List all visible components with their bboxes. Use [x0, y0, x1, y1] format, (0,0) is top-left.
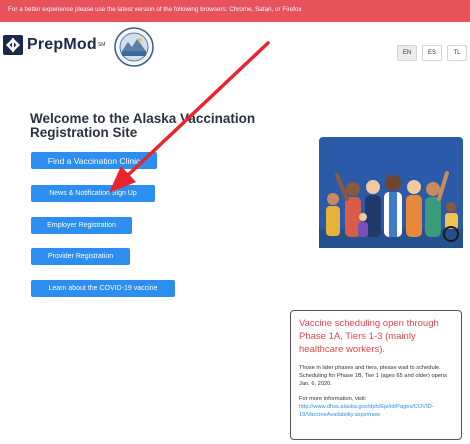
employer-registration-button[interactable]: Employer Registration [31, 217, 132, 234]
logo-service-mark: SM [97, 42, 106, 48]
community-illustration [319, 137, 463, 248]
prepmod-logo-icon [3, 35, 23, 55]
provider-registration-button[interactable]: Provider Registration [31, 248, 130, 265]
language-es-button[interactable]: ES [422, 45, 442, 61]
notice-body-text: Those in later phases and tiers, please … [299, 365, 447, 387]
notice-info-link[interactable]: http://www.dhss.alaska.gov/dph/Epi/id/Pa… [299, 403, 453, 419]
browser-warning-text: For a better experience please use the l… [8, 6, 302, 13]
prepmod-logo[interactable]: PrepMod SM [3, 34, 108, 56]
learn-covid-vaccine-button[interactable]: Learn about the COVID-19 vaccine [31, 280, 175, 297]
scheduling-notice-box: Vaccine scheduling open through Phase 1A… [290, 310, 462, 440]
alaska-state-seal-icon [114, 27, 154, 67]
page-title: Welcome to the Alaska Vaccination Regist… [30, 111, 256, 140]
prepmod-logo-text: PrepMod [27, 36, 97, 53]
language-en-button[interactable]: EN [397, 45, 417, 61]
find-vaccination-clinic-button[interactable]: Find a Vaccination Clinic [31, 152, 157, 169]
language-tl-button[interactable]: TL [447, 45, 467, 61]
notice-heading: Vaccine scheduling open through Phase 1A… [299, 318, 439, 355]
browser-warning-banner: For a better experience please use the l… [0, 0, 470, 22]
news-notification-signup-button[interactable]: News & Notification Sign Up [31, 185, 155, 202]
notice-more-info-label: For more information, visit: [299, 396, 367, 402]
